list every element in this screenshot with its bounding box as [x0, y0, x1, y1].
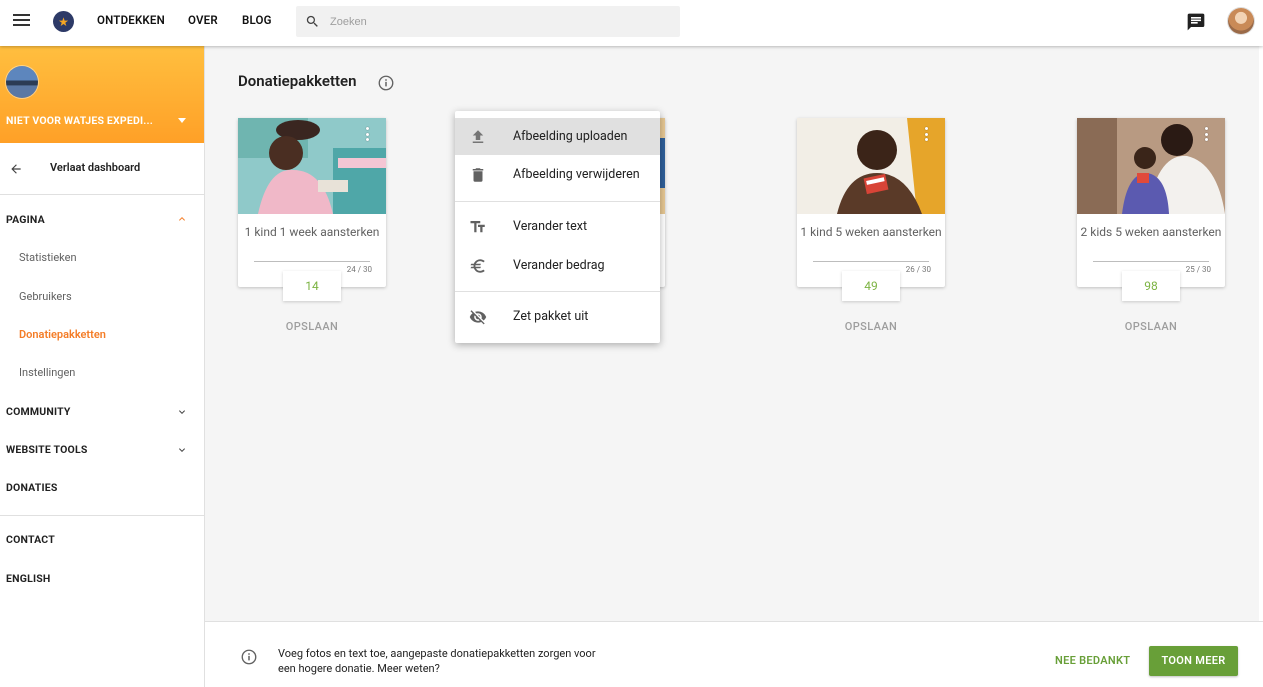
- scrollbar-track[interactable]: [1259, 46, 1263, 621]
- sidebar-item-statistieken[interactable]: Statistieken: [19, 251, 77, 264]
- nav-blog[interactable]: BLOG: [242, 13, 272, 27]
- package-options-menu: Afbeelding uploaden Afbeelding verwijder…: [455, 111, 660, 343]
- nav-ontdekken[interactable]: ONTDEKKEN: [97, 13, 165, 27]
- menu-item-upload-image[interactable]: Afbeelding uploaden: [455, 118, 660, 155]
- promo-message: Voeg fotos en text toe, aangepaste donat…: [278, 647, 596, 675]
- link-english[interactable]: ENGLISH: [6, 572, 51, 585]
- section-community[interactable]: COMMUNITY: [6, 405, 71, 418]
- eye-off-icon: [469, 310, 487, 325]
- menu-divider: [455, 291, 660, 292]
- leave-dashboard-button[interactable]: Verlaat dashboard: [0, 143, 204, 195]
- no-thanks-button[interactable]: NEE BEDANKT: [1055, 654, 1130, 667]
- user-avatar[interactable]: [1228, 8, 1254, 34]
- search-input[interactable]: [330, 6, 670, 37]
- save-button[interactable]: OPSLAAN: [1077, 320, 1225, 333]
- title-underline: [1093, 261, 1209, 262]
- section-website-tools[interactable]: WEBSITE TOOLS: [6, 443, 88, 456]
- save-button[interactable]: OPSLAAN: [797, 320, 945, 333]
- show-more-button[interactable]: TOON MEER: [1149, 646, 1238, 676]
- top-app-bar: ★ ONTDEKKEN OVER BLOG: [0, 0, 1263, 46]
- menu-item-disable-package[interactable]: Zet pakket uit: [455, 298, 660, 335]
- amount-field[interactable]: 14: [283, 271, 341, 301]
- title-underline: [254, 261, 370, 262]
- page-title: Donatiepakketten: [238, 72, 357, 90]
- package-card: 1 kind 1 week aansterken 24 / 30 14: [238, 118, 386, 301]
- sidebar-item-donatiepakketten[interactable]: Donatiepakketten: [19, 328, 106, 341]
- promo-bar: Voeg fotos en text toe, aangepaste donat…: [205, 621, 1263, 687]
- menu-item-label: Zet pakket uit: [513, 309, 589, 324]
- package-photo[interactable]: [1077, 118, 1225, 214]
- search-icon: [306, 15, 318, 27]
- menu-item-label: Afbeelding uploaden: [513, 129, 628, 144]
- leave-dashboard-label: Verlaat dashboard: [50, 161, 141, 174]
- link-contact[interactable]: CONTACT: [6, 533, 55, 546]
- text-size-icon: [470, 221, 485, 233]
- upload-icon: [472, 130, 484, 143]
- more-vert-icon[interactable]: [366, 127, 370, 141]
- package-card: 1 kind 5 weken aansterken 26 / 30 49: [797, 118, 945, 301]
- section-pagina[interactable]: PAGINA: [6, 213, 45, 226]
- campaign-header: NIET VOOR WATJES EXPEDI...: [0, 46, 204, 143]
- caret-down-icon[interactable]: [178, 118, 186, 123]
- menu-item-delete-image[interactable]: Afbeelding verwijderen: [455, 156, 660, 193]
- package-photo[interactable]: [797, 118, 945, 214]
- amount-field[interactable]: 98: [1122, 271, 1180, 301]
- package-title[interactable]: 2 kids 5 weken aansterken: [1077, 222, 1225, 242]
- menu-icon[interactable]: [13, 14, 30, 26]
- menu-item-label: Afbeelding verwijderen: [513, 167, 640, 182]
- title-underline: [813, 261, 929, 262]
- campaign-title[interactable]: NIET VOOR WATJES EXPEDI...: [6, 114, 153, 127]
- arrow-back-icon: [11, 164, 21, 174]
- amount-field[interactable]: 49: [842, 271, 900, 301]
- chevron-down-icon[interactable]: [176, 444, 188, 456]
- sidebar-item-instellingen[interactable]: Instellingen: [19, 366, 75, 379]
- char-counter: 24 / 30: [346, 265, 372, 274]
- euro-icon: [470, 259, 485, 273]
- more-vert-icon[interactable]: [1205, 127, 1209, 141]
- package-title[interactable]: 1 kind 1 week aansterken: [238, 222, 386, 242]
- section-donaties[interactable]: DONATIES: [6, 481, 58, 494]
- campaign-avatar: [6, 66, 38, 98]
- menu-item-change-amount[interactable]: Verander bedrag: [455, 247, 660, 284]
- logo[interactable]: ★: [53, 11, 74, 32]
- menu-item-label: Verander text: [513, 219, 588, 234]
- more-vert-icon[interactable]: [925, 127, 929, 141]
- chevron-up-icon[interactable]: [176, 213, 188, 225]
- chat-icon[interactable]: [1186, 12, 1206, 32]
- save-button[interactable]: OPSLAAN: [238, 320, 386, 333]
- char-counter: 25 / 30: [1185, 265, 1211, 274]
- info-icon[interactable]: [377, 74, 395, 92]
- menu-item-label: Verander bedrag: [513, 258, 605, 273]
- sidebar: NIET VOOR WATJES EXPEDI... Verlaat dashb…: [0, 46, 205, 687]
- divider: [0, 515, 204, 516]
- menu-divider: [455, 201, 660, 202]
- sidebar-item-gebruikers[interactable]: Gebruikers: [19, 290, 72, 303]
- package-photo[interactable]: [238, 118, 386, 214]
- trash-icon: [472, 168, 484, 182]
- char-counter: 26 / 30: [905, 265, 931, 274]
- chevron-down-icon[interactable]: [176, 406, 188, 418]
- menu-item-change-text[interactable]: Verander text: [455, 208, 660, 245]
- search-bar: [296, 6, 680, 37]
- star-icon: ★: [58, 14, 69, 29]
- package-title[interactable]: 1 kind 5 weken aansterken: [797, 222, 945, 242]
- info-icon: [241, 649, 257, 665]
- nav-over[interactable]: OVER: [188, 13, 218, 27]
- package-card: 2 kids 5 weken aansterken 25 / 30 98: [1077, 118, 1225, 301]
